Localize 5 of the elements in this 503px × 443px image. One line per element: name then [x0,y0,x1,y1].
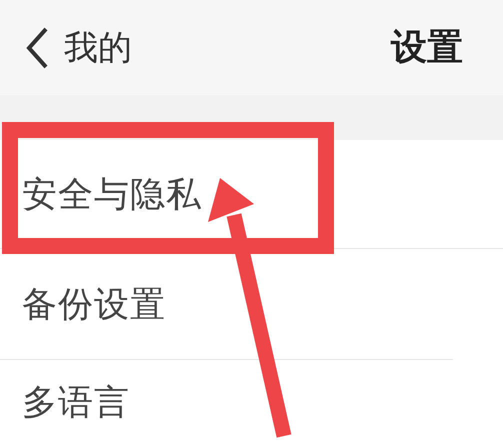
settings-item[interactable]: 多语言 [0,360,503,443]
back-icon [24,26,50,70]
settings-item[interactable]: 备份设置 [0,249,453,360]
page-title: 设置 [391,26,463,70]
back-button[interactable]: 我的 [24,24,132,70]
